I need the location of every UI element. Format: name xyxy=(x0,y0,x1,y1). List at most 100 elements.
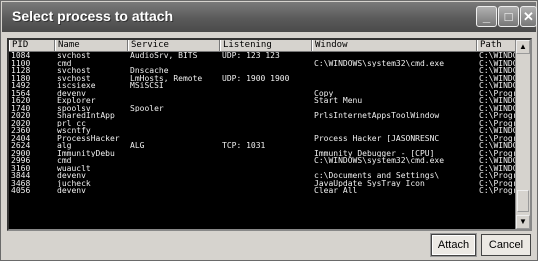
cell-window: Immunity Debugger - [CPU] xyxy=(314,149,435,157)
cell-window: Clear All xyxy=(314,187,358,195)
cell-service xyxy=(128,60,220,68)
process-row[interactable]: 1084 svchost AudioSrv, BITS UDP: 123 123 C:\… xyxy=(9,52,530,60)
attach-button[interactable]: Attach xyxy=(431,234,476,256)
cell-window xyxy=(312,105,477,113)
process-row[interactable]: 3468 jucheck JavaUpdate SysTray Icon C:\Pro… xyxy=(9,179,530,188)
cell-service xyxy=(128,165,220,173)
cell-name: wuauclt xyxy=(57,164,91,172)
process-row[interactable]: 2020 SharedIntApp PrlsInternetAppsToolWind… xyxy=(9,112,530,120)
cell-service xyxy=(128,150,220,158)
cell-pid: 3468 xyxy=(11,179,31,187)
process-row[interactable]: 1100 cmd C:\WINDOWS\system32\cmd.exe C:\WIN… xyxy=(9,59,530,68)
cell-window xyxy=(312,82,477,90)
cell-listening xyxy=(220,67,312,75)
cell-listening xyxy=(220,60,312,68)
cell-name: wscntfy xyxy=(57,127,91,135)
cell-name: ProcessHacker xyxy=(57,134,120,142)
process-row[interactable]: 2624 alg ALG TCP: 1031 C:\WINDO xyxy=(9,142,530,150)
cell-listening xyxy=(220,105,312,113)
process-list[interactable]: PID Name Service Listening Window Path 1… xyxy=(7,38,532,231)
cell-pid: 3844 xyxy=(11,172,31,180)
cell-listening xyxy=(220,172,312,180)
cell-listening xyxy=(220,120,312,128)
cell-pid: 2900 xyxy=(11,149,31,157)
cell-window: Start Menu xyxy=(314,97,363,105)
process-row[interactable]: 2360 wscntfy C:\WINDO xyxy=(9,127,530,135)
cell-window xyxy=(312,120,477,128)
process-row[interactable]: 1128 svchost Dnscache C:\WINDO xyxy=(9,67,530,75)
cell-service: ALG xyxy=(130,142,145,150)
process-row[interactable]: 3844 devenv c:\Documents and Settings\ C:\P… xyxy=(9,172,530,180)
scroll-thumb[interactable] xyxy=(517,190,529,212)
column-header-window[interactable]: Window xyxy=(312,40,477,51)
close-button[interactable]: ✕ xyxy=(520,6,537,27)
process-row[interactable]: 4056 devenv Clear All C:\Progr xyxy=(9,187,530,195)
process-row[interactable]: 3160 wuauclt C:\WINDO xyxy=(9,164,530,173)
cell-listening xyxy=(220,82,312,90)
cell-window: C:\WINDOWS\system32\cmd.exe xyxy=(314,157,445,165)
cell-name: Explorer xyxy=(57,97,96,105)
cell-service: LmHosts, Remote xyxy=(130,74,203,82)
cell-pid: 2624 xyxy=(11,142,31,150)
cell-pid: 1740 xyxy=(11,104,31,112)
cell-window xyxy=(312,142,477,150)
cell-pid: 1492 xyxy=(11,82,31,90)
cell-name: svchost xyxy=(57,52,91,60)
process-row[interactable]: 1620 Explorer Start Menu C:\WINDO xyxy=(9,97,530,105)
process-row[interactable]: 2900 ImmunityDebu Immunity Debugger - [CPU… xyxy=(9,149,530,158)
cell-name: devenv xyxy=(57,89,86,97)
cell-pid: 1180 xyxy=(11,74,31,82)
process-row[interactable]: 2020 prl_cc C:\Progr xyxy=(9,119,530,128)
cell-name: devenv xyxy=(57,172,86,180)
column-header-service[interactable]: Service xyxy=(128,40,220,51)
cell-window xyxy=(312,67,477,75)
cell-name: iscsiexe xyxy=(57,82,96,90)
process-row[interactable]: 2404 ProcessHacker Process Hacker [JASONRE… xyxy=(9,134,530,143)
cell-listening: TCP: 1031 xyxy=(222,142,266,150)
cell-pid: 3160 xyxy=(11,164,31,172)
cell-pid: 1564 xyxy=(11,89,31,97)
cell-listening xyxy=(220,112,312,120)
cell-name: svchost xyxy=(57,74,91,82)
cell-window: C:\WINDOWS\system32\cmd.exe xyxy=(314,59,445,67)
cell-service xyxy=(128,90,220,98)
cancel-button[interactable]: Cancel xyxy=(481,234,531,256)
cell-name: cmd xyxy=(57,157,72,165)
column-header-row: PID Name Service Listening Window Path xyxy=(9,40,530,52)
cell-window xyxy=(312,75,477,83)
scroll-down-button[interactable]: ▼ xyxy=(516,215,530,229)
cell-service xyxy=(128,187,220,195)
column-header-listening[interactable]: Listening xyxy=(220,40,312,51)
process-row[interactable]: 1740 spoolsv Spooler C:\WINDO xyxy=(9,104,530,113)
minimize-button[interactable]: _ xyxy=(476,6,497,27)
process-row[interactable]: 1492 iscsiexe MSiSCSI C:\WINDO xyxy=(9,82,530,90)
cell-window xyxy=(312,127,477,135)
cell-service: Spooler xyxy=(130,104,164,112)
cell-name: cmd xyxy=(57,59,72,67)
cell-name: devenv xyxy=(57,187,86,195)
cell-service xyxy=(128,120,220,128)
cell-name: prl_cc xyxy=(57,119,86,127)
cell-listening xyxy=(220,90,312,98)
process-row[interactable]: 1180 svchost LmHosts, Remote UDP: 1900 1900… xyxy=(9,74,530,83)
column-header-pid[interactable]: PID xyxy=(9,40,55,51)
cell-name: spoolsv xyxy=(57,104,91,112)
cell-pid: 2020 xyxy=(11,119,31,127)
cell-pid: 1128 xyxy=(11,67,31,75)
cell-service: AudioSrv, BITS xyxy=(130,52,198,60)
cell-window xyxy=(312,165,477,173)
cell-name: ImmunityDebu xyxy=(57,149,115,157)
scroll-up-button[interactable]: ▲ xyxy=(516,40,530,54)
cell-pid: 1620 xyxy=(11,97,31,105)
attach-dialog: Select process to attach _ □ ✕ PID Name … xyxy=(0,0,538,261)
cell-name: jucheck xyxy=(57,179,91,187)
cell-service xyxy=(128,127,220,135)
cell-listening xyxy=(220,97,312,105)
cell-listening xyxy=(220,127,312,135)
vertical-scrollbar[interactable]: ▲ ▼ xyxy=(515,40,530,229)
process-row[interactable]: 2996 cmd C:\WINDOWS\system32\cmd.exe C:\WIN… xyxy=(9,157,530,165)
title-bar[interactable]: Select process to attach _ □ ✕ xyxy=(2,2,537,32)
column-header-name[interactable]: Name xyxy=(55,40,128,51)
maximize-button[interactable]: □ xyxy=(498,6,519,27)
process-row[interactable]: 1564 devenv Copy C:\Progr xyxy=(9,89,530,98)
